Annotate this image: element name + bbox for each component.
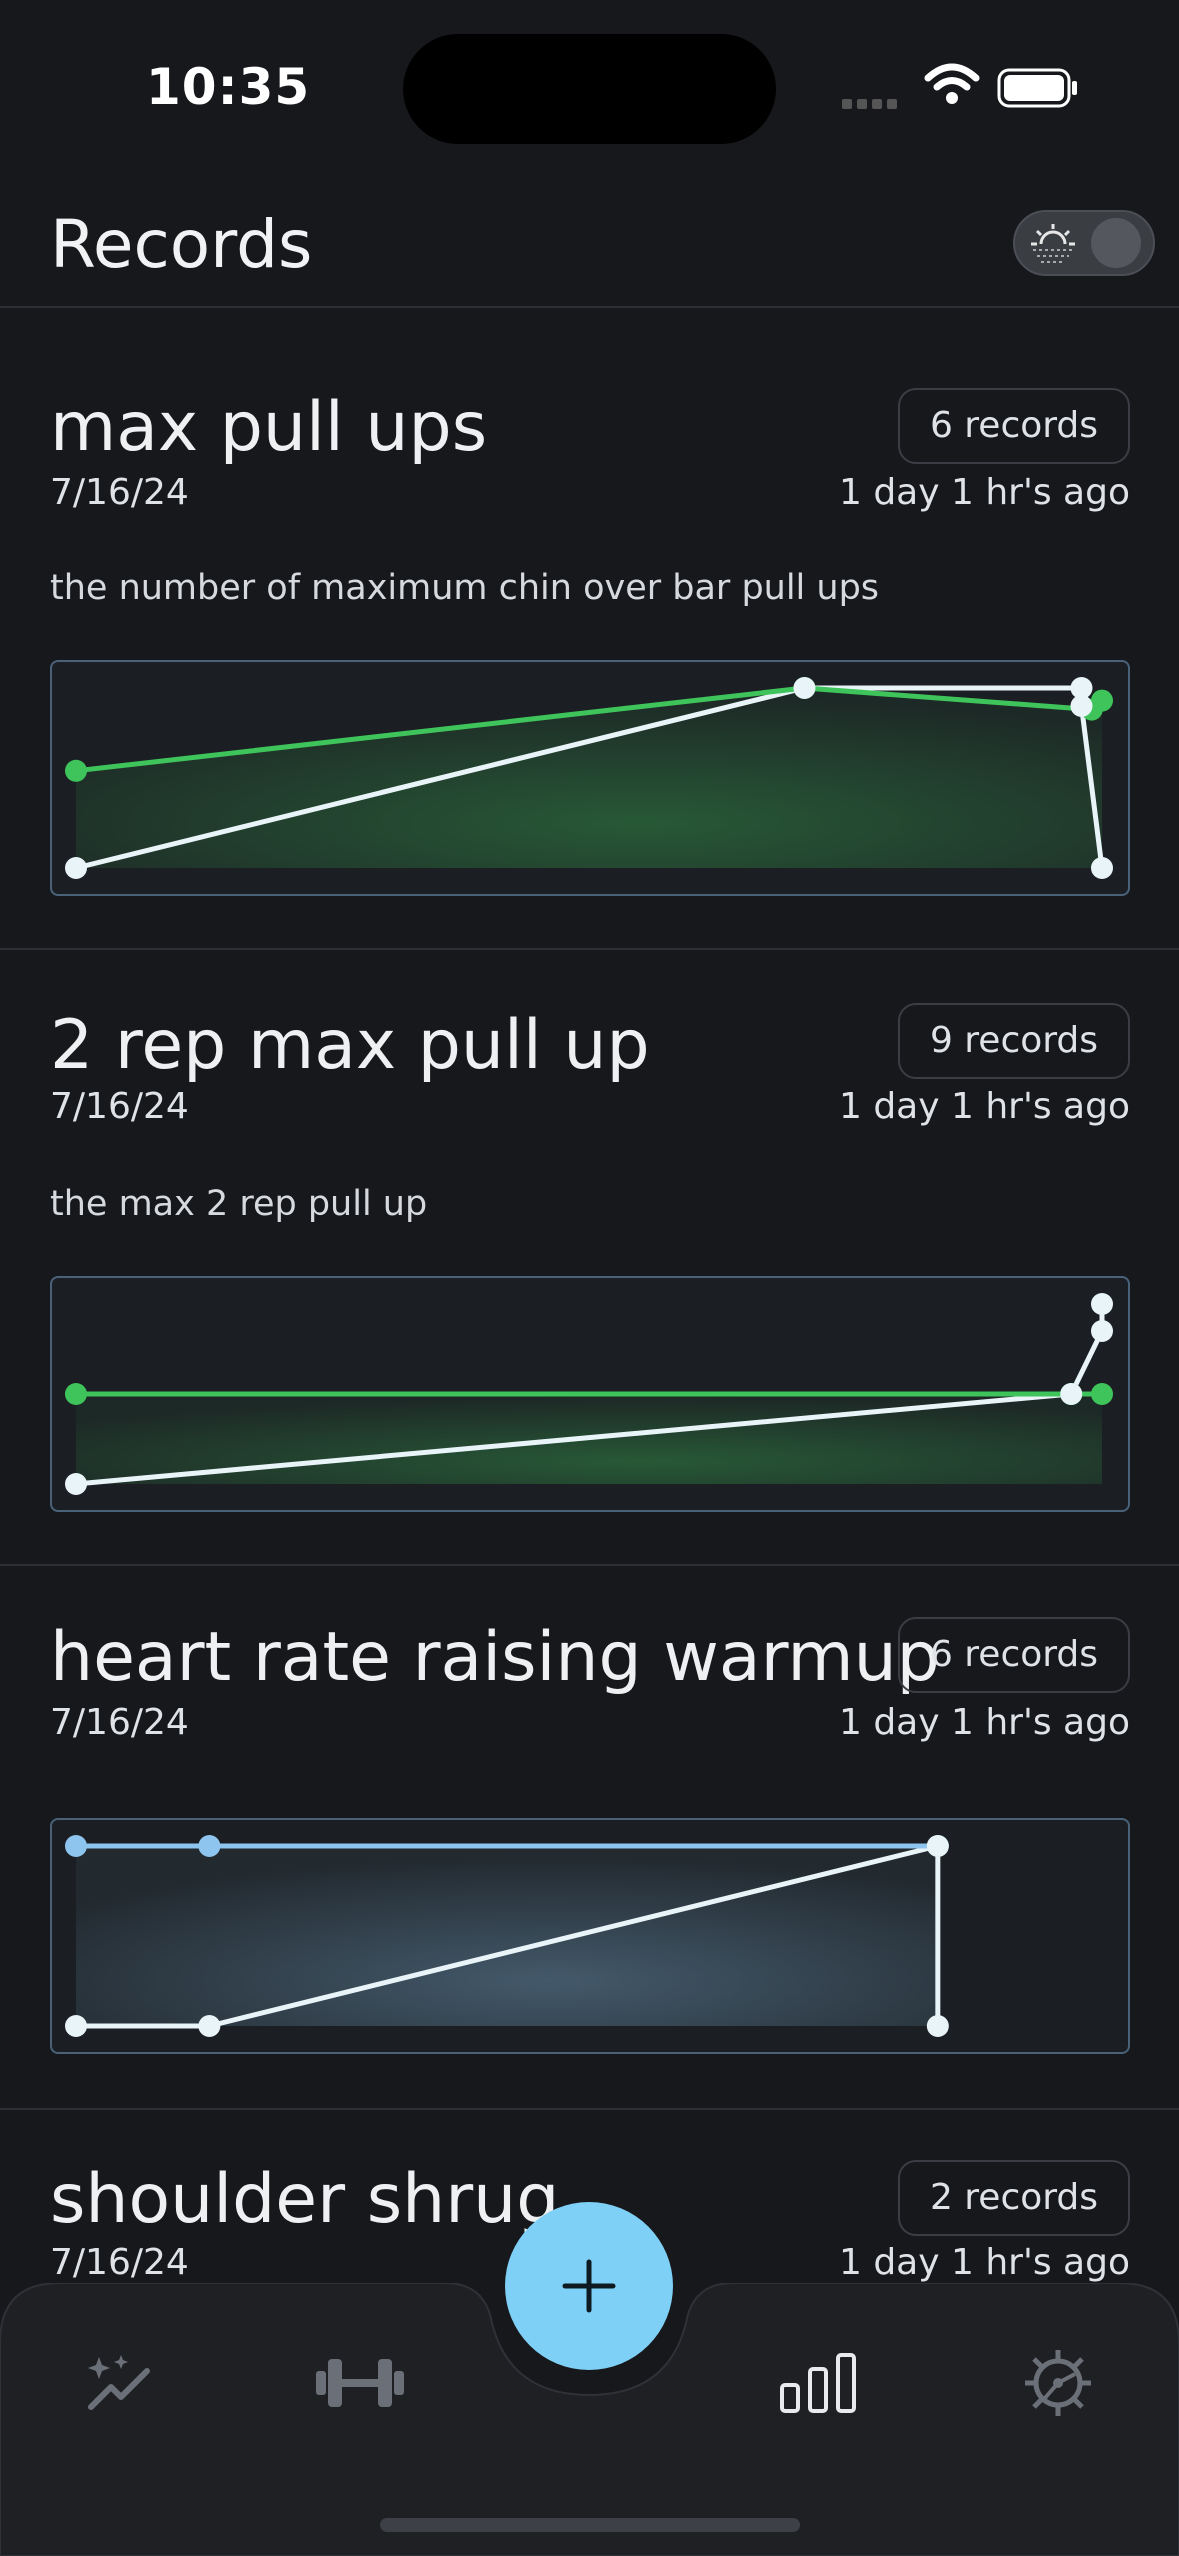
record-chart [50,660,1130,896]
chart-point [198,2015,221,2037]
record-description: the max 2 rep pull up [50,1184,428,1224]
chart-area [76,1846,938,2026]
chart-point [926,2015,949,2037]
record-card[interactable]: max pull ups 6 records 7/16/24 1 day 1 h… [0,308,1179,950]
chart-point [1060,1383,1083,1405]
record-chart [50,1276,1130,1512]
plus-icon [562,2259,616,2313]
record-chart [50,1818,1130,2054]
chart-point [65,857,87,879]
record-last-updated: 1 day 1 hr's ago [838,1086,1130,1127]
bar-chart-icon [780,2353,856,2413]
record-name: max pull ups [50,388,488,467]
chart-svg [65,1293,1113,1495]
sun-icon [1031,224,1075,263]
record-date: 7/16/24 [50,472,189,513]
tab-workouts[interactable] [310,2333,410,2433]
chart-point [1091,857,1113,879]
record-count-badge: 6 records [898,1617,1130,1693]
record-card[interactable]: heart rate raising warmup 6 records 7/16… [0,1566,1179,2110]
tab-trends[interactable] [70,2333,170,2433]
chart-point [1091,689,1113,712]
record-card[interactable]: 2 rep max pull up 9 records 7/16/24 1 da… [0,950,1179,1566]
settings-icon [1025,2350,1091,2416]
record-date: 7/16/24 [50,1086,189,1127]
record-last-updated: 1 day 1 hr's ago [838,472,1130,513]
record-description: the number of maximum chin over bar pull… [50,568,880,608]
home-indicator [380,2518,800,2532]
status-bar: 10:35 [0,0,1179,180]
chart-point [1091,1293,1113,1315]
chart-point [1091,1383,1113,1405]
dynamic-island [403,34,776,144]
theme-toggle[interactable] [1013,210,1155,276]
chart-point [1070,695,1093,717]
record-count-badge: 9 records [898,1003,1130,1079]
record-count-badge: 6 records [898,388,1130,464]
status-time: 10:35 [146,58,311,116]
chart-point [793,677,816,699]
chart-point [65,1835,87,1857]
chart-svg [65,1835,949,2037]
header: Records [0,180,1179,308]
record-last-updated: 1 day 1 hr's ago [838,1702,1130,1743]
chart-point [926,1835,949,1857]
chart-point [65,1473,87,1495]
record-name: shoulder shrug [50,2160,560,2239]
cellular-signal-icon [842,94,902,113]
add-record-button[interactable] [505,2202,673,2370]
chart-svg [65,677,1113,879]
status-icons [842,62,1082,114]
chart-point [1091,1320,1113,1342]
record-name: heart rate raising warmup [50,1618,940,1697]
chart-point [65,2015,87,2037]
record-last-updated: 1 day 1 hr's ago [838,2242,1130,2283]
record-count-badge: 2 records [898,2160,1130,2236]
trend-sparkle-icon [88,2355,150,2410]
record-date: 7/16/24 [50,1702,189,1743]
page-title: Records [50,206,313,283]
chart-point [198,1835,221,1857]
chart-point [65,759,87,782]
wifi-icon [924,63,980,104]
record-date: 7/16/24 [50,2242,189,2283]
tab-records[interactable] [768,2333,868,2433]
toggle-knob [1091,218,1141,268]
chart-point [65,1383,87,1405]
dumbbell-icon [316,2359,404,2407]
battery-icon [997,68,1077,108]
tab-settings[interactable] [1008,2333,1108,2433]
record-name: 2 rep max pull up [50,1006,650,1085]
